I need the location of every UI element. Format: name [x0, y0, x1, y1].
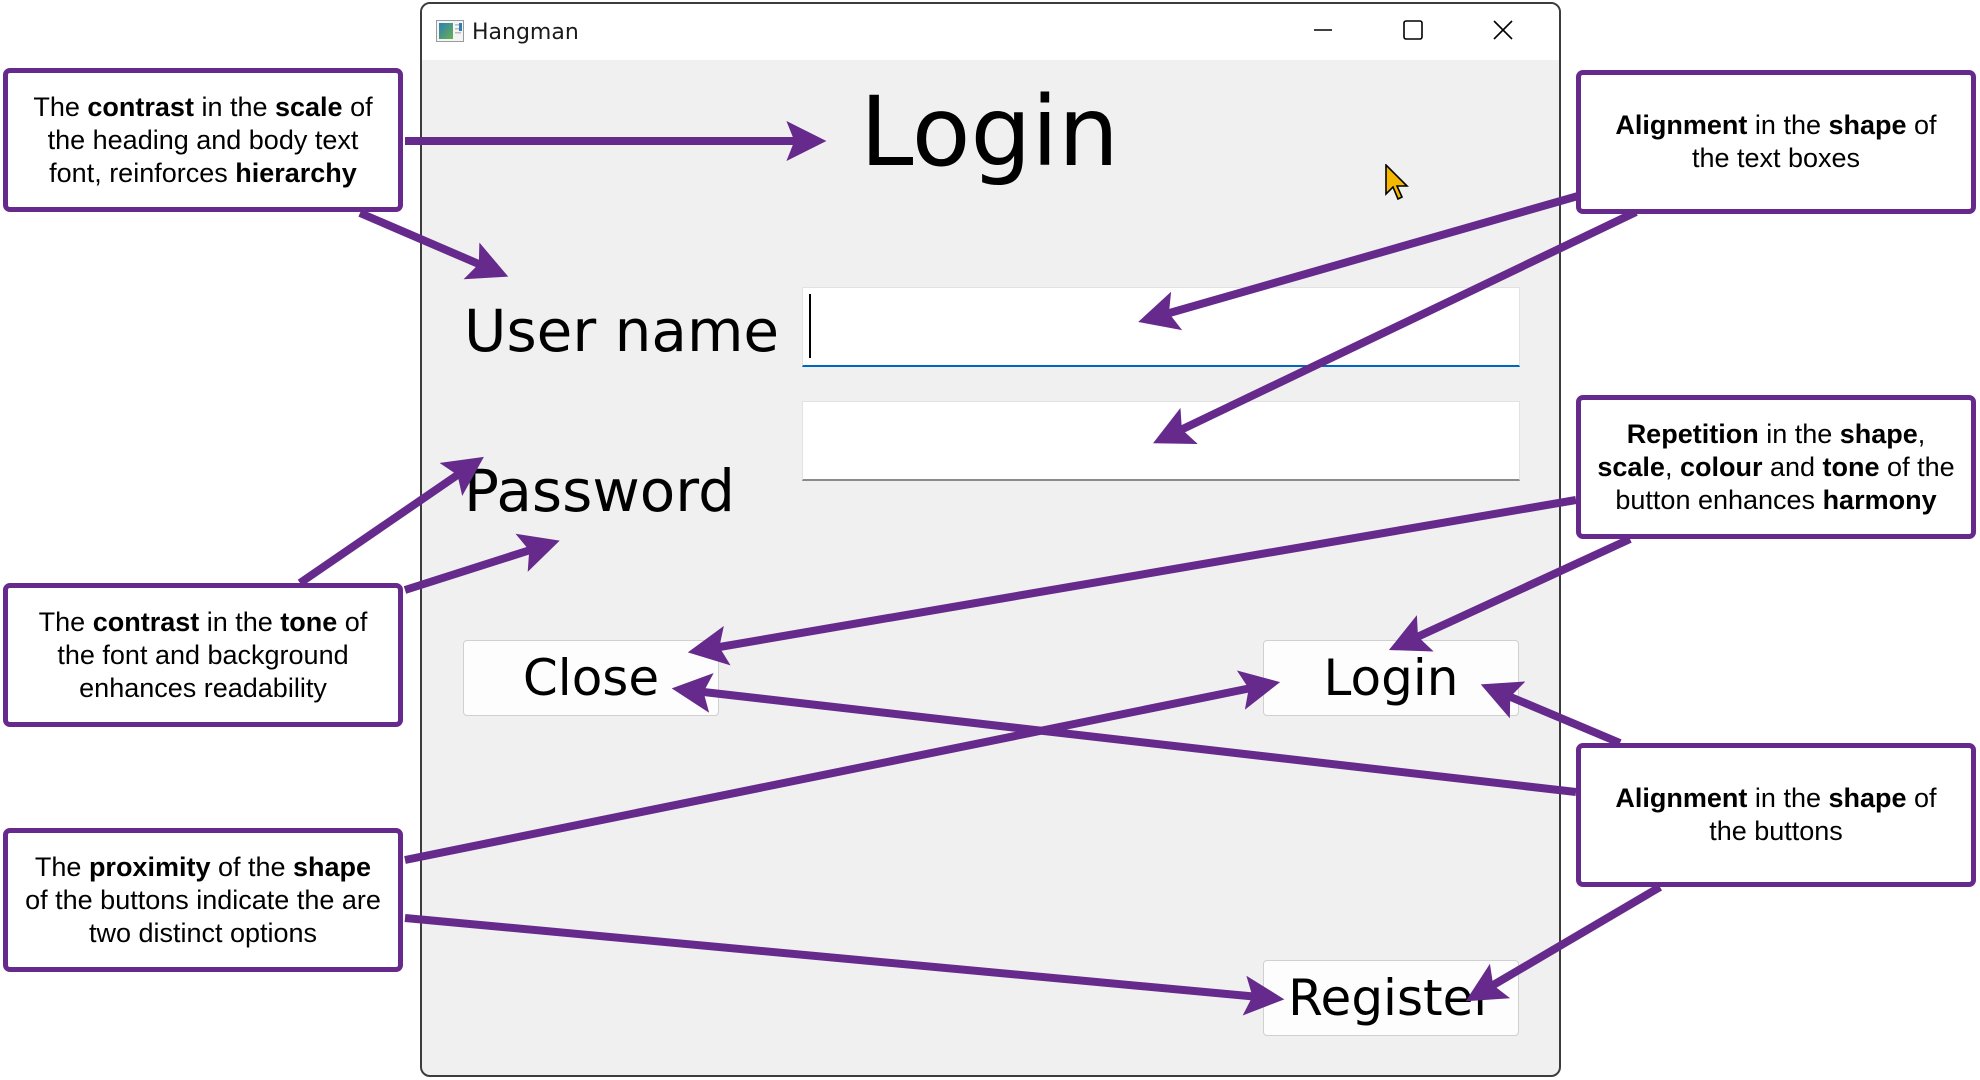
annotation-fragment: of the buttons indicate the are two dist… [25, 884, 381, 948]
emphasis-term: Alignment [1615, 110, 1748, 140]
username-label: User name [464, 297, 780, 365]
emphasis-term: tone [1822, 451, 1880, 482]
emphasis-term: shape [293, 851, 372, 882]
app-window-icon [436, 20, 464, 42]
title-bar[interactable]: Hangman [422, 4, 1559, 60]
emphasis-term: contrast [92, 606, 200, 637]
annotation-hierarchy: The contrast in the scale of the heading… [3, 68, 403, 212]
emphasis-term: hierarchy [235, 157, 357, 188]
login-button[interactable]: Login [1263, 640, 1519, 716]
emphasis-term: harmony [1822, 484, 1937, 515]
annotation-fragment: in the [1747, 783, 1829, 813]
close-button[interactable]: Close [463, 640, 719, 716]
maximize-button[interactable] [1368, 4, 1458, 60]
emphasis-term: scale [1597, 451, 1665, 482]
register-button[interactable]: Register [1263, 960, 1519, 1036]
annotation-text: The proximity of the shape of the button… [20, 851, 386, 950]
annotation-fragment: in the [199, 606, 281, 637]
page-title: Login [860, 76, 1119, 188]
annotation-fragment: in the [1747, 110, 1829, 140]
annotation-fragment: of the [210, 851, 294, 882]
annotation-fragment: The [38, 606, 93, 637]
password-field[interactable] [802, 401, 1520, 481]
annotation-button-proximity: The proximity of the shape of the button… [3, 828, 403, 972]
annotation-fragment: in the [1758, 418, 1840, 449]
maximize-icon [1402, 19, 1424, 45]
annotation-fragment: The [33, 91, 88, 122]
annotation-button-alignment: Alignment in the shape of the buttons [1576, 743, 1976, 887]
minimize-button[interactable] [1278, 4, 1368, 60]
emphasis-term: proximity [88, 851, 211, 882]
emphasis-term: shape [1839, 418, 1918, 449]
annotation-text: Alignment in the shape of the buttons [1593, 782, 1959, 848]
annotation-fragment: and [1762, 451, 1823, 482]
username-input[interactable] [803, 288, 1519, 365]
close-icon [1492, 19, 1514, 45]
emphasis-term: shape [1828, 783, 1907, 813]
password-label: Password [464, 457, 735, 525]
emphasis-term: tone [280, 606, 338, 637]
emphasis-term: scale [275, 91, 343, 122]
emphasis-term: contrast [87, 91, 194, 122]
annotation-button-repetition: Repetition in the shape, scale, colour a… [1576, 395, 1976, 539]
annotation-tone-contrast: The contrast in the tone of the font and… [3, 583, 403, 727]
text-caret [809, 294, 811, 358]
annotation-text: The contrast in the tone of the font and… [20, 606, 386, 705]
annotation-text: Repetition in the shape, scale, colour a… [1593, 418, 1959, 517]
emphasis-term: shape [1828, 110, 1907, 140]
annotation-fragment: in the [193, 91, 275, 122]
emphasis-term: Repetition [1626, 418, 1759, 449]
mouse-pointer-icon [1385, 163, 1411, 206]
window-title: Hangman [472, 20, 579, 45]
annotation-text: Alignment in the shape of the text boxes [1593, 109, 1959, 175]
annotation-fragment: The [34, 851, 89, 882]
minimize-icon [1312, 19, 1334, 45]
annotation-text: The contrast in the scale of the heading… [20, 91, 386, 190]
annotation-fragment: , [1917, 418, 1926, 449]
username-field[interactable] [802, 287, 1520, 367]
emphasis-term: colour [1679, 451, 1763, 482]
window-close-button[interactable] [1458, 4, 1548, 60]
annotation-textbox-alignment: Alignment in the shape of the text boxes [1576, 70, 1976, 214]
password-input[interactable] [803, 402, 1519, 479]
annotation-fragment: , [1664, 451, 1680, 482]
emphasis-term: Alignment [1615, 783, 1748, 813]
